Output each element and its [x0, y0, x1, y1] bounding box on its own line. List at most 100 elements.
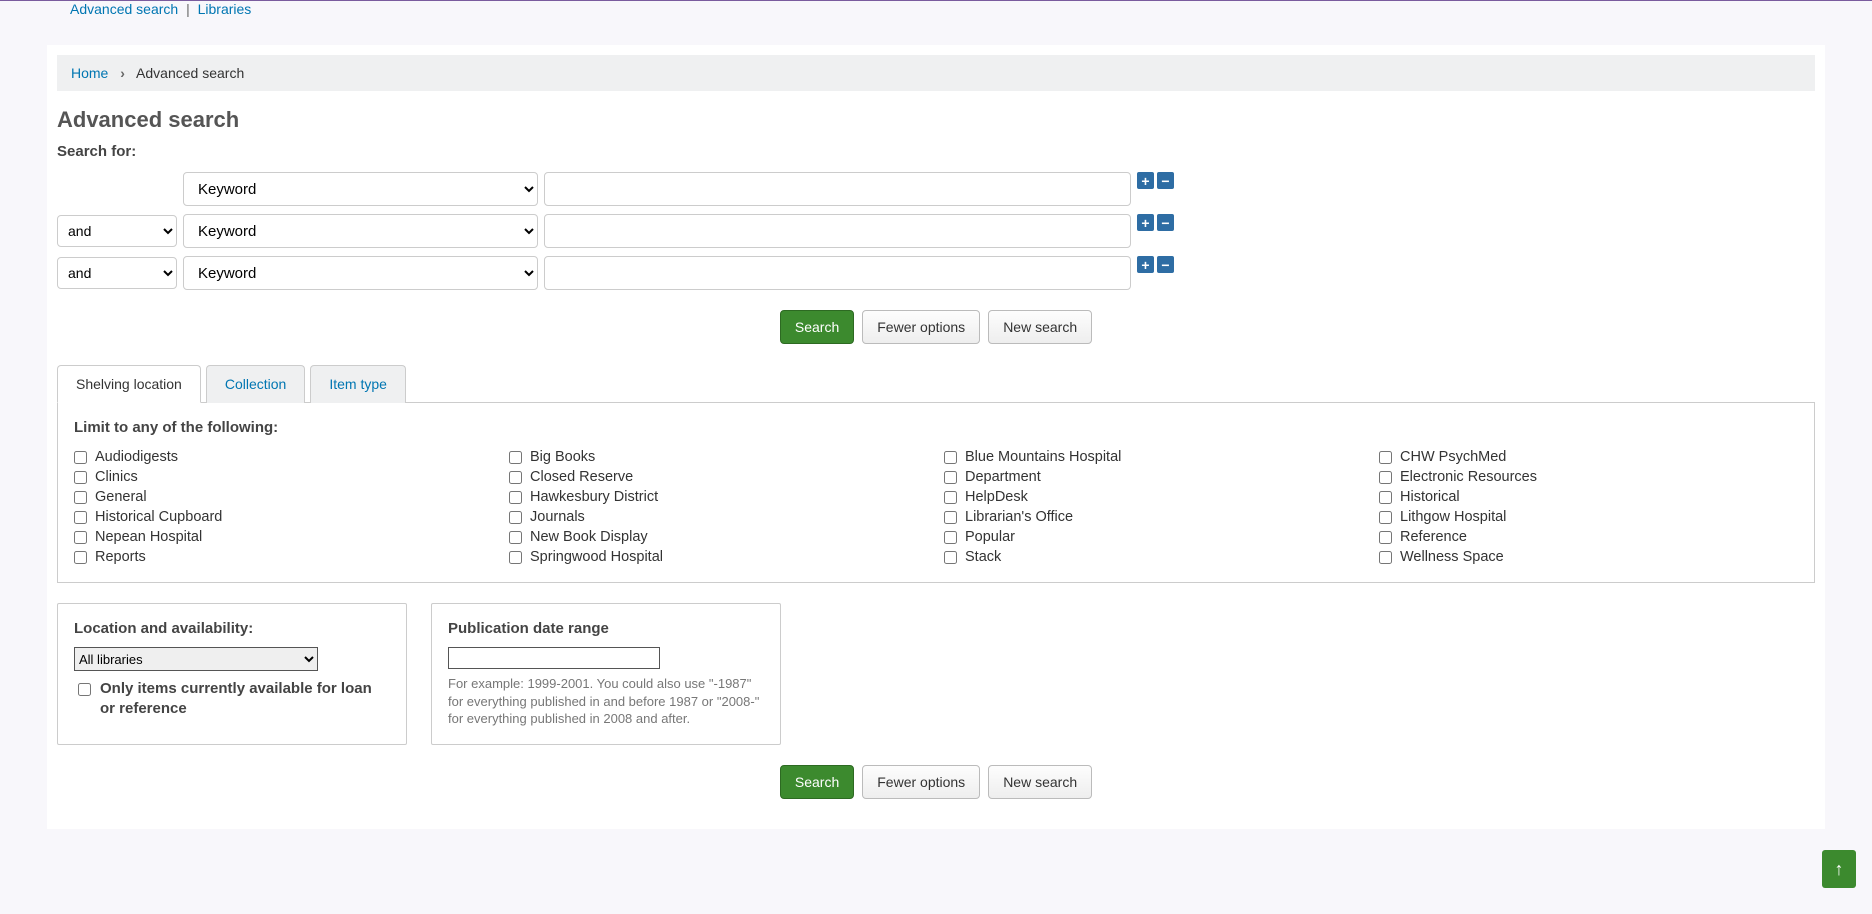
shelving-location-item: Wellness Space	[1379, 548, 1798, 566]
shelving-location-checkbox[interactable]	[944, 471, 957, 484]
shelving-location-item: HelpDesk	[944, 488, 1363, 506]
field-select[interactable]: Keyword	[183, 256, 538, 290]
shelving-location-checkbox[interactable]	[509, 471, 522, 484]
shelving-location-label: Historical Cupboard	[95, 509, 222, 525]
breadcrumb-home[interactable]: Home	[71, 65, 108, 81]
shelving-location-checkbox[interactable]	[74, 451, 87, 464]
pubdate-input[interactable]	[448, 647, 660, 669]
tab-collection[interactable]: Collection	[206, 365, 305, 403]
shelving-location-label: Closed Reserve	[530, 469, 633, 485]
tab-shelving-location[interactable]: Shelving location	[57, 365, 201, 403]
shelving-location-item: Electronic Resources	[1379, 468, 1798, 486]
shelving-location-item: Hawkesbury District	[509, 488, 928, 506]
shelving-location-item: Nepean Hospital	[74, 528, 493, 546]
remove-row-icon[interactable]: −	[1157, 256, 1174, 273]
shelving-location-label: Wellness Space	[1400, 549, 1504, 565]
shelving-location-label: Springwood Hospital	[530, 549, 663, 565]
remove-row-icon[interactable]: −	[1157, 214, 1174, 231]
shelving-location-checkbox[interactable]	[74, 471, 87, 484]
shelving-location-checkbox[interactable]	[1379, 471, 1392, 484]
shelving-location-item: Audiodigests	[74, 448, 493, 466]
fewer-options-button[interactable]: Fewer options	[862, 310, 980, 344]
shelving-location-checkbox[interactable]	[509, 511, 522, 524]
shelving-location-item: Closed Reserve	[509, 468, 928, 486]
link-libraries[interactable]: Libraries	[198, 1, 252, 17]
breadcrumb-current: Advanced search	[136, 65, 244, 81]
page-title: Advanced search	[57, 107, 1815, 133]
nav-divider: |	[186, 1, 190, 17]
shelving-location-label: Popular	[965, 529, 1015, 545]
shelving-location-label: HelpDesk	[965, 489, 1028, 505]
shelving-location-checkbox[interactable]	[509, 491, 522, 504]
shelving-location-checkbox[interactable]	[74, 511, 87, 524]
add-row-icon[interactable]: +	[1137, 172, 1154, 189]
limit-heading: Limit to any of the following:	[74, 419, 1798, 436]
search-row: and Keyword + −	[57, 256, 1815, 290]
add-row-icon[interactable]: +	[1137, 256, 1154, 273]
boolean-select[interactable]: and	[57, 257, 177, 289]
shelving-location-checkbox[interactable]	[944, 551, 957, 564]
shelving-location-checkbox[interactable]	[74, 531, 87, 544]
shelving-location-checkbox[interactable]	[74, 551, 87, 564]
shelving-location-label: CHW PsychMed	[1400, 449, 1506, 465]
location-availability-box: Location and availability: All libraries…	[57, 603, 407, 745]
fewer-options-button[interactable]: Fewer options	[862, 765, 980, 799]
shelving-location-item: Journals	[509, 508, 928, 526]
publication-date-box: Publication date range For example: 1999…	[431, 603, 781, 745]
library-select[interactable]: All libraries	[74, 647, 318, 671]
shelving-location-item: Historical	[1379, 488, 1798, 506]
shelving-location-label: Lithgow Hospital	[1400, 509, 1506, 525]
filter-tabs: Shelving location Collection Item type	[57, 364, 1815, 403]
shelving-location-item: Popular	[944, 528, 1363, 546]
shelving-location-checkbox[interactable]	[509, 551, 522, 564]
shelving-location-label: Journals	[530, 509, 585, 525]
shelving-location-checkbox[interactable]	[944, 451, 957, 464]
availability-checkbox-label[interactable]: Only items currently available for loan …	[74, 679, 390, 720]
shelving-location-item: Librarian's Office	[944, 508, 1363, 526]
add-row-icon[interactable]: +	[1137, 214, 1154, 231]
field-select[interactable]: Keyword	[183, 172, 538, 206]
shelving-location-checkbox[interactable]	[944, 491, 957, 504]
shelving-location-label: Audiodigests	[95, 449, 178, 465]
shelving-location-label: Hawkesbury District	[530, 489, 658, 505]
shelving-location-checkbox[interactable]	[1379, 551, 1392, 564]
shelving-location-label: Historical	[1400, 489, 1460, 505]
availability-checkbox[interactable]	[78, 683, 91, 696]
shelving-location-checkbox[interactable]	[1379, 451, 1392, 464]
shelving-location-checkbox[interactable]	[1379, 531, 1392, 544]
boolean-select[interactable]: and	[57, 215, 177, 247]
arrow-up-icon: ↑	[1835, 859, 1844, 880]
shelving-location-label: Stack	[965, 549, 1001, 565]
shelving-location-checkbox[interactable]	[1379, 491, 1392, 504]
field-select[interactable]: Keyword	[183, 214, 538, 248]
new-search-button[interactable]: New search	[988, 765, 1092, 799]
search-term-input[interactable]	[544, 256, 1131, 290]
shelving-location-item: Historical Cupboard	[74, 508, 493, 526]
shelving-location-item: Clinics	[74, 468, 493, 486]
shelving-location-label: Blue Mountains Hospital	[965, 449, 1121, 465]
shelving-location-label: Reports	[95, 549, 146, 565]
shelving-location-item: Springwood Hospital	[509, 548, 928, 566]
shelving-location-checkbox[interactable]	[1379, 511, 1392, 524]
shelving-location-checkbox[interactable]	[944, 531, 957, 544]
shelving-location-label: Librarian's Office	[965, 509, 1073, 525]
shelving-location-grid: AudiodigestsBig BooksBlue Mountains Hosp…	[74, 448, 1798, 566]
shelving-location-checkbox[interactable]	[944, 511, 957, 524]
new-search-button[interactable]: New search	[988, 310, 1092, 344]
remove-row-icon[interactable]: −	[1157, 172, 1174, 189]
search-button[interactable]: Search	[780, 765, 854, 799]
shelving-location-item: Reports	[74, 548, 493, 566]
search-term-input[interactable]	[544, 172, 1131, 206]
link-advanced-search[interactable]: Advanced search	[70, 1, 178, 17]
tab-item-type[interactable]: Item type	[310, 365, 406, 403]
shelving-location-item: Stack	[944, 548, 1363, 566]
shelving-location-checkbox[interactable]	[74, 491, 87, 504]
search-term-input[interactable]	[544, 214, 1131, 248]
scroll-to-top-button[interactable]: ↑	[1822, 850, 1856, 888]
shelving-location-label: General	[95, 489, 147, 505]
top-navigation: Advanced search | Libraries	[0, 1, 1872, 25]
shelving-location-checkbox[interactable]	[509, 451, 522, 464]
shelving-location-checkbox[interactable]	[509, 531, 522, 544]
search-button[interactable]: Search	[780, 310, 854, 344]
shelving-location-item: CHW PsychMed	[1379, 448, 1798, 466]
